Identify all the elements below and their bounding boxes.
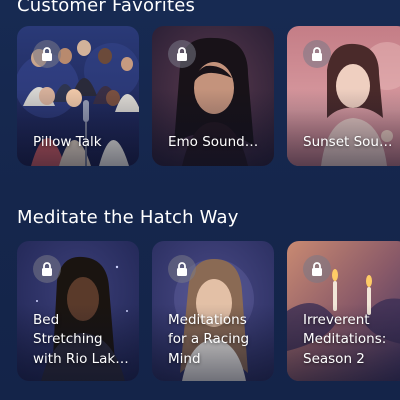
app-screen: Customer Favorites Pillow Talk Emo Sound… — [0, 0, 400, 400]
lock-icon — [303, 40, 331, 68]
card-sunset-sound[interactable]: Sunset Soun… — [287, 26, 400, 166]
lock-icon — [168, 40, 196, 68]
card-bed-stretching[interactable]: Bed Stretching with Rio Lak… — [17, 241, 139, 381]
card-emo-sound[interactable]: Emo Sound… — [152, 26, 274, 166]
card-label: Sunset Soun… — [303, 133, 400, 150]
lock-icon — [303, 255, 331, 283]
section-title-meditate-the-hatch-way: Meditate the Hatch Way — [17, 207, 239, 228]
lock-icon — [33, 40, 61, 68]
lock-icon — [168, 255, 196, 283]
meditate-carousel[interactable]: Bed Stretching with Rio Lak… Meditations… — [17, 241, 400, 381]
customer-favorites-carousel[interactable]: Pillow Talk Emo Sound… Sunset Soun… — [17, 26, 400, 166]
card-irreverent-meditations[interactable]: Irreverent Meditations: Season 2 — [287, 241, 400, 381]
card-pillow-talk[interactable]: Pillow Talk — [17, 26, 139, 166]
card-label: Emo Sound… — [168, 133, 259, 150]
card-label: Pillow Talk — [33, 133, 102, 150]
card-label: Bed Stretching with Rio Lak… — [33, 311, 129, 367]
card-label: Meditations for a Racing Mind — [168, 311, 250, 367]
card-label: Irreverent Meditations: Season 2 — [303, 311, 387, 367]
card-meditations-racing-mind[interactable]: Meditations for a Racing Mind — [152, 241, 274, 381]
section-title-customer-favorites: Customer Favorites — [17, 0, 196, 16]
lock-icon — [33, 255, 61, 283]
